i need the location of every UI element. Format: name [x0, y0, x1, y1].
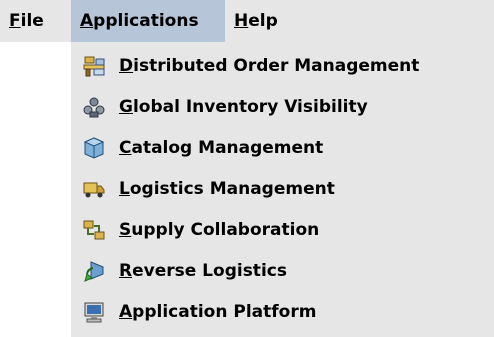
- file-menu-label: ile: [20, 11, 44, 31]
- menu-item-supply-collaboration[interactable]: Supply Collaboration: [71, 209, 494, 250]
- menu-item-label: upply Collaboration: [131, 219, 320, 240]
- menu-item-mnemonic: S: [119, 219, 132, 240]
- menu-item-mnemonic: L: [119, 178, 130, 199]
- computer-monitor-icon: [82, 300, 106, 324]
- applications-menu-mnemonic: A: [80, 11, 94, 31]
- catalog-icon: [82, 136, 106, 160]
- menu-item-reverse-logistics[interactable]: Reverse Logistics: [71, 250, 494, 291]
- supply-collaboration-icon: [82, 218, 106, 242]
- menu-item-label: lobal Inventory Visibility: [132, 96, 368, 117]
- menu-bar: File Applications Help: [0, 0, 494, 42]
- menu-item-mnemonic: C: [119, 137, 132, 158]
- help-menu-label: elp: [248, 11, 278, 31]
- menu-item-label: atalog Management: [131, 137, 324, 158]
- order-management-icon: [82, 54, 106, 78]
- reverse-logistics-icon: [82, 259, 106, 283]
- file-menu-mnemonic: F: [9, 11, 21, 31]
- menu-item-catalog-management[interactable]: Catalog Management: [71, 127, 494, 168]
- applications-menu-label: pplications: [93, 11, 199, 31]
- file-menu[interactable]: File: [0, 0, 71, 42]
- logistics-truck-icon: [82, 177, 106, 201]
- help-menu-mnemonic: H: [234, 11, 249, 31]
- menu-item-label: pplication Platform: [132, 301, 317, 322]
- menu-item-label: istributed Order Management: [133, 55, 420, 76]
- menu-item-global-inventory-visibility[interactable]: Global Inventory Visibility: [71, 86, 494, 127]
- menu-item-label: ogistics Management: [129, 178, 335, 199]
- applications-dropdown: Distributed Order Management Global Inve…: [71, 42, 494, 337]
- menu-item-mnemonic: D: [119, 55, 134, 76]
- menu-item-mnemonic: R: [119, 260, 133, 281]
- menu-item-distributed-order-management[interactable]: Distributed Order Management: [71, 45, 494, 86]
- menu-item-mnemonic: G: [119, 96, 133, 117]
- menu-item-mnemonic: A: [119, 301, 133, 322]
- applications-menu[interactable]: Applications: [71, 0, 225, 42]
- inventory-visibility-icon: [82, 95, 106, 119]
- menu-item-label: everse Logistics: [132, 260, 287, 281]
- help-menu[interactable]: Help: [225, 0, 295, 42]
- menu-item-application-platform[interactable]: Application Platform: [71, 291, 494, 332]
- menu-item-logistics-management[interactable]: Logistics Management: [71, 168, 494, 209]
